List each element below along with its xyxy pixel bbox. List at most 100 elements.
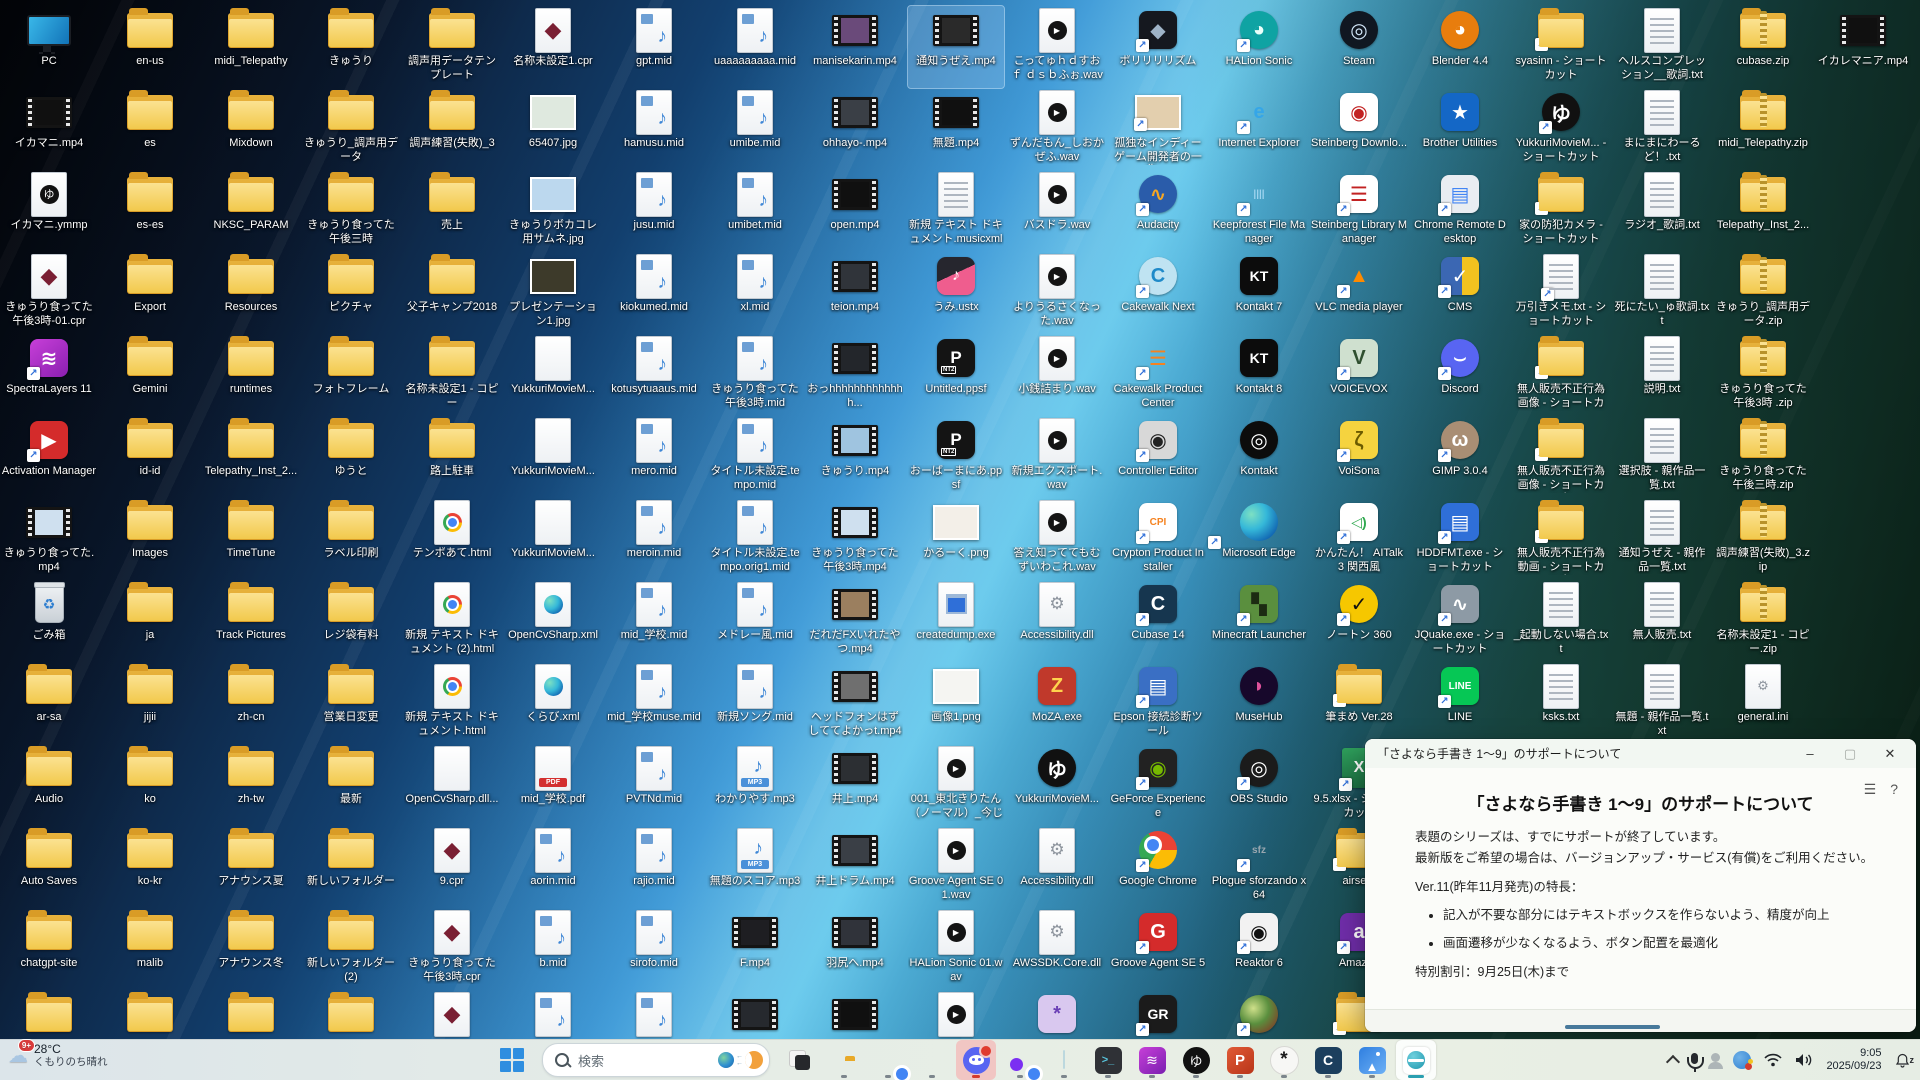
desktop-icon[interactable]: ▶新規エクスポート.wav <box>1009 416 1105 498</box>
desktop-icon[interactable]: ar-sa <box>1 662 97 744</box>
desktop-icon[interactable]: ↗無人販売不正行為画像 - ショートカッ... <box>1513 334 1609 416</box>
desktop-icon[interactable]: ▶↗Activation Manager <box>1 416 97 498</box>
desktop-icon[interactable]: 無題.mp4 <box>908 88 1004 170</box>
desktop-icon[interactable]: きゅうり <box>303 6 399 88</box>
desktop-icon[interactable]: 井上ドラム.mp4 <box>807 826 903 908</box>
desktop-icon[interactable]: かるーく.png <box>908 498 1004 580</box>
desktop-icon[interactable]: CPI↗Crypton Product Installer <box>1110 498 1206 580</box>
desktop-icon[interactable]: きゅうり食ってた午後3時 .zip <box>1715 334 1811 416</box>
desktop-icon[interactable]: ko <box>102 744 198 826</box>
desktop-icon[interactable]: OpenCvSharp.dll... <box>404 744 500 826</box>
desktop-icon[interactable]: ▤↗Epson 接続診断ツール <box>1110 662 1206 744</box>
desktop-icon[interactable]: ▶小銭詰まり.wav <box>1009 334 1105 416</box>
desktop-icon[interactable]: イカマニ.mp4 <box>1 88 97 170</box>
desktop-icon[interactable]: ▤↗HDDFMT.exe - ショートカット <box>1412 498 1508 580</box>
desktop-icon[interactable]: ▶バスドラ.wav <box>1009 170 1105 252</box>
desktop-icon[interactable]: ↗Google Chrome <box>1110 826 1206 908</box>
start-button[interactable] <box>492 1040 532 1080</box>
desktop-icon[interactable]: ♪aorin.mid <box>505 826 601 908</box>
desktop-icon[interactable]: ◉↗GeForce Experience <box>1110 744 1206 826</box>
dialog-titlebar[interactable]: 「さよなら手書き 1〜9」のサポートについて – ▢ ✕ <box>1365 739 1916 768</box>
desktop-icon[interactable]: ko-kr <box>102 826 198 908</box>
desktop-icon[interactable]: zh-tw <box>203 744 299 826</box>
desktop-icon[interactable]: teion.mp4 <box>807 252 903 334</box>
desktop-icon[interactable]: 井上.mp4 <box>807 744 903 826</box>
search-input[interactable]: 検索 ←← <box>542 1043 770 1077</box>
desktop-icon[interactable]: 新しいフォルダー <box>303 826 399 908</box>
desktop-icon[interactable]: ゆYukkuriMovieM... <box>1009 744 1105 826</box>
desktop-icon[interactable]: Track Pictures <box>203 580 299 662</box>
desktop-icon[interactable]: ▶HALion Sonic 01.wav <box>908 908 1004 990</box>
desktop-icon[interactable]: ♪kiokumed.mid <box>606 252 702 334</box>
desktop-icon[interactable]: midi_Telepathy <box>203 6 299 88</box>
desktop-icon[interactable]: KTKontakt 8 <box>1211 334 1307 416</box>
desktop-icon[interactable]: KTKontakt 7 <box>1211 252 1307 334</box>
desktop-icon[interactable]: PC <box>1 6 97 88</box>
desktop-icon[interactable]: ♪mero.mid <box>606 416 702 498</box>
taskbar-app-yukkuri-movie-maker[interactable]: ゆ <box>1176 1040 1216 1080</box>
desktop-icon[interactable]: ⌣↗Discord <box>1412 334 1508 416</box>
desktop-icon[interactable]: sfz↗Plogue sforzando x64 <box>1211 826 1307 908</box>
desktop-icon[interactable]: ♪PVTNd.mid <box>606 744 702 826</box>
desktop-icon[interactable]: Gemini <box>102 334 198 416</box>
desktop-icon[interactable]: ◎↗OBS Studio <box>1211 744 1307 826</box>
desktop-icon[interactable]: ◆きゅうり食ってた午後3時.cpr <box>404 908 500 990</box>
taskbar-app-sayonara-tegaki[interactable] <box>1396 1040 1436 1080</box>
desktop-icon[interactable]: chatgpt-site <box>1 908 97 990</box>
taskbar-app-spectralayers[interactable]: ≋ <box>1132 1040 1172 1080</box>
desktop-icon[interactable]: おっhhhhhhhhhhhhh... <box>807 334 903 416</box>
desktop-icon[interactable]: 画像1.png <box>908 662 1004 744</box>
desktop-icon[interactable]: ◆名称未設定1.cpr <box>505 6 601 88</box>
taskbar-app-task-view[interactable] <box>780 1040 820 1080</box>
desktop-icon[interactable]: ▶こってゅｈｄすおｆ ｄｓｂふぉ.wav <box>1009 6 1105 88</box>
desktop-icon[interactable]: runtimes <box>203 334 299 416</box>
desktop-icon[interactable]: ◕Blender 4.4 <box>1412 6 1508 88</box>
desktop-icon[interactable]: 調声用データテンプレート <box>404 6 500 88</box>
desktop-icon[interactable]: ♪hamusu.mid <box>606 88 702 170</box>
desktop-icon[interactable]: ⚙AWSSDK.Core.dll <box>1009 908 1105 990</box>
desktop-icon[interactable]: id-id <box>102 416 198 498</box>
desktop-icon[interactable]: きゅうり食ってた午後三時 <box>303 170 399 252</box>
desktop-icon[interactable]: ⚙Accessibility.dll <box>1009 826 1105 908</box>
desktop-icon[interactable]: 新しいフォルダー (2) <box>303 908 399 990</box>
desktop-icon[interactable]: LINE↗LINE <box>1412 662 1508 744</box>
desktop-icon[interactable]: ↗筆まめ Ver.28 <box>1311 662 1407 744</box>
desktop-icon[interactable]: cubase.zip <box>1715 6 1811 88</box>
desktop-icon[interactable]: OpenCvSharp.xml <box>505 580 601 662</box>
desktop-icon[interactable]: Resources <box>203 252 299 334</box>
taskbar-app-cubase[interactable]: C <box>1308 1040 1348 1080</box>
desktop-icon[interactable]: zh-cn <box>203 662 299 744</box>
taskbar-app-file-explorer[interactable] <box>824 1040 864 1080</box>
desktop-icon[interactable]: ♪MP3無題のスコア.mp3 <box>707 826 803 908</box>
desktop-icon[interactable]: 父子キャンプ2018 <box>404 252 500 334</box>
desktop-icon[interactable]: YukkuriMovieM... <box>505 334 601 416</box>
desktop-icon[interactable]: ♪タイトル未設定.tempo.mid <box>707 416 803 498</box>
desktop-icon[interactable]: 死にたい_ゅ歌詞.txt <box>1614 252 1710 334</box>
desktop-icon[interactable]: ♪xl.mid <box>707 252 803 334</box>
desktop-icon[interactable]: ♪umibet.mid <box>707 170 803 252</box>
desktop-icon[interactable]: ゆイカマニ.ymmp <box>1 170 97 252</box>
desktop-icon[interactable]: 路上駐車 <box>404 416 500 498</box>
desktop-icon[interactable]: YukkuriMovieM... <box>505 498 601 580</box>
desktop-icon[interactable]: ☰↗Cakewalk Product Center <box>1110 334 1206 416</box>
taskbar-app-google-chrome[interactable] <box>868 1040 908 1080</box>
tray-app-icon[interactable] <box>1733 1051 1751 1069</box>
desktop-icon[interactable]: レジ袋有料 <box>303 580 399 662</box>
tray-overflow-chevron-icon[interactable] <box>1668 1053 1678 1067</box>
desktop-icon[interactable]: ◆9.cpr <box>404 826 500 908</box>
desktop-icon[interactable]: ↗万引きメモ.txt - ショートカット <box>1513 252 1609 334</box>
close-button[interactable]: ✕ <box>1870 741 1910 766</box>
desktop-icon[interactable]: ◉↗Controller Editor <box>1110 416 1206 498</box>
desktop-icon[interactable]: まにまにわーるど！.txt <box>1614 88 1710 170</box>
desktop-icon[interactable]: 調声練習(失敗)_3.zip <box>1715 498 1811 580</box>
desktop-icon[interactable]: ♪gpt.mid <box>606 6 702 88</box>
taskbar-app-terminal[interactable]: >_ <box>1088 1040 1128 1080</box>
desktop-icon[interactable]: ♻ごみ箱 <box>1 580 97 662</box>
taskbar-app-microsoft-edge[interactable] <box>912 1040 952 1080</box>
desktop-icon[interactable]: ラジオ_歌詞.txt <box>1614 170 1710 252</box>
desktop-icon[interactable]: ↗孤独なインディーゲーム開発者の一生 ... <box>1110 88 1206 170</box>
desktop-icon[interactable]: ▶ずんだもん_しおかぜふ.wav <box>1009 88 1105 170</box>
taskbar-app-chrome-profile[interactable] <box>1000 1040 1040 1080</box>
desktop-icon[interactable]: 新規 テキスト ドキュメント.html <box>404 662 500 744</box>
desktop-icon[interactable]: ◎Steam <box>1311 6 1407 88</box>
